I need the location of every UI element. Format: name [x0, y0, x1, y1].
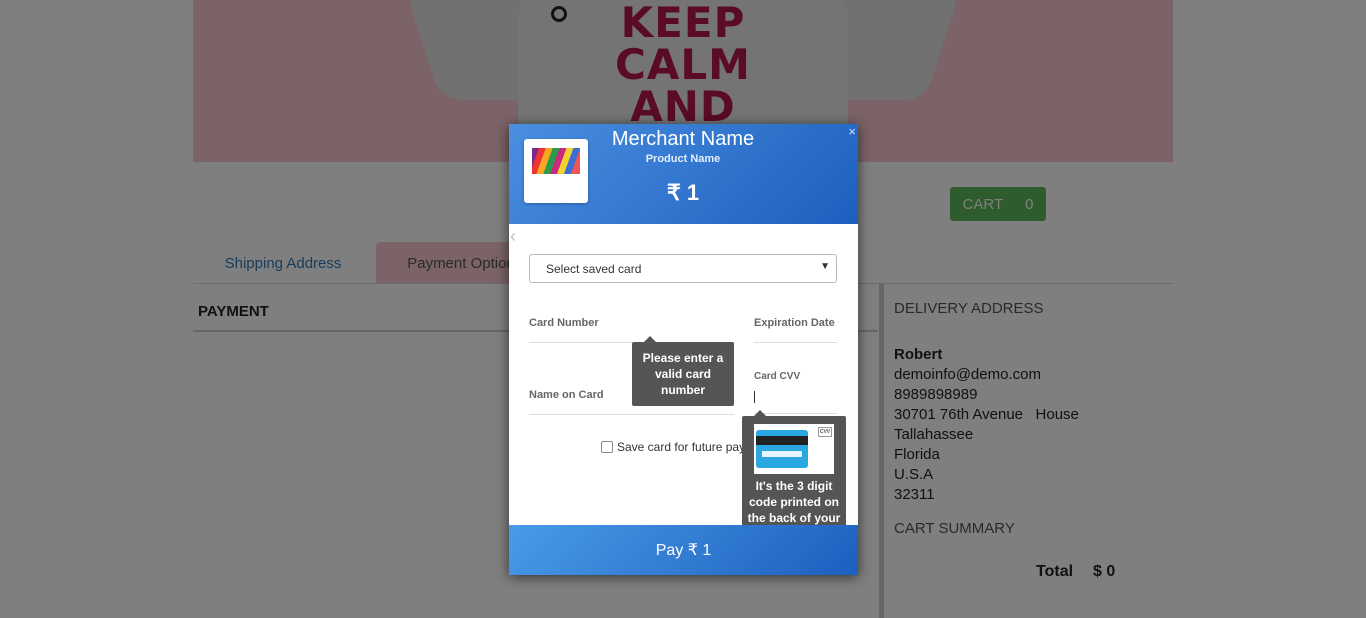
save-card-checkbox[interactable] — [601, 441, 613, 453]
saved-card-select[interactable]: Select saved card ▼ — [529, 254, 837, 283]
pay-button[interactable]: Pay ₹ 1 — [509, 525, 858, 575]
caret-down-icon: ▼ — [820, 261, 830, 272]
merchant-logo — [524, 139, 588, 203]
product-thumbnail — [532, 148, 580, 174]
product-name: Product Name — [645, 153, 721, 165]
expiration-label: Expiration Date — [754, 317, 835, 329]
back-arrow-icon[interactable]: ‹ — [510, 226, 516, 247]
cvv-label: Card CVV — [754, 371, 801, 382]
expiration-input[interactable] — [754, 342, 837, 343]
card-number-error-tooltip: Please enter a valid card number — [632, 336, 734, 406]
cvv-image-label: CVV — [818, 427, 832, 437]
card-back-image: CVV — [754, 424, 834, 474]
save-card-row[interactable]: Save card for future paym — [601, 440, 755, 454]
cvv-text-cursor — [754, 391, 755, 403]
modal-header: × Merchant Name Product Name ₹ 1 — [509, 124, 858, 224]
name-on-card-label: Name on Card — [529, 389, 604, 401]
cvv-input[interactable] — [754, 413, 837, 414]
card-number-label: Card Number — [529, 317, 599, 329]
save-card-label: Save card for future paym — [617, 440, 756, 454]
saved-card-placeholder: Select saved card — [546, 262, 642, 276]
payment-modal: × Merchant Name Product Name ₹ 1 ‹ Selec… — [509, 124, 858, 575]
close-icon[interactable]: × — [848, 124, 856, 139]
payment-amount: ₹ 1 — [666, 180, 700, 205]
merchant-name: Merchant Name — [611, 128, 755, 150]
name-on-card-input[interactable] — [529, 414, 734, 415]
